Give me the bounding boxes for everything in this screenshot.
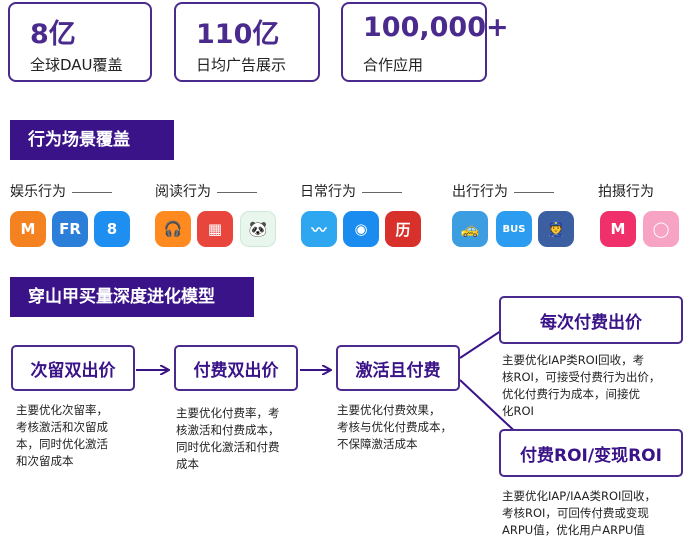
step-retention-dual-bid: 次留双出价 [11,345,135,391]
step-description: 主要优化付费率，考 核激活和付费成本， 同时优化激活和付费 成本 [176,406,280,471]
step-per-pay-bid: 每次付费出价 [499,296,683,344]
step-description: 主要优化次留率， 考核激活和次留成 本，同时优化激活 和次留成本 [16,403,108,468]
step-description: 主要优化付费效果， 考核与优化付费成本， 不保障激活成本 [337,403,452,451]
step-description: 主要优化IAP类ROI回收，考 核ROI，可接受付费行为出价， 优化付费行为成本，间… [502,353,661,418]
step-roi: 付费ROI/变现ROI [499,429,683,477]
step-pay-dual-bid: 付费双出价 [174,345,298,391]
step-description: 主要优化IAP/IAA类ROI回收， 考核ROI，可回传付费或变现 ARPU值，优化… [502,489,656,537]
step-activate-and-pay: 激活且付费 [336,345,460,391]
